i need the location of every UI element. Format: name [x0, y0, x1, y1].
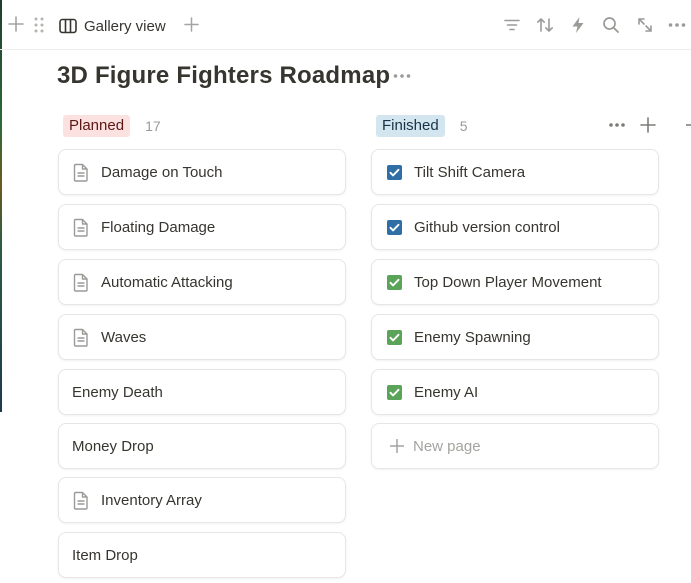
- drag-handle-icon[interactable]: [33, 16, 45, 34]
- page-icon: [73, 218, 88, 237]
- gallery-card[interactable]: Damage on Touch: [58, 149, 346, 195]
- gallery-card[interactable]: Automatic Attacking: [58, 259, 346, 305]
- offscreen-column-hint: [686, 124, 691, 126]
- gallery-card[interactable]: Inventory Array: [58, 477, 346, 523]
- page-icon: [73, 328, 88, 347]
- page-icon: [73, 491, 88, 510]
- checkbox-checked-icon[interactable]: [387, 164, 402, 180]
- expand-icon[interactable]: [635, 15, 655, 35]
- page-icon: [73, 163, 88, 182]
- status-badge: Finished: [376, 115, 445, 137]
- search-icon[interactable]: [601, 15, 621, 35]
- add-view-icon[interactable]: [184, 17, 199, 32]
- card-title: Waves: [101, 328, 147, 346]
- new-page-button[interactable]: New page: [371, 423, 659, 469]
- card-title: Enemy Death: [72, 383, 163, 401]
- sort-icon[interactable]: [535, 15, 555, 35]
- checkbox-checked-icon[interactable]: [387, 384, 402, 400]
- checkbox-checked-icon[interactable]: [387, 329, 402, 345]
- group-header-finished[interactable]: Finished 5: [376, 114, 468, 138]
- card-title: Github version control: [414, 218, 560, 236]
- gallery-card[interactable]: Money Drop: [58, 423, 346, 469]
- group-more-icon[interactable]: [608, 116, 626, 134]
- group-add-icon[interactable]: [640, 116, 656, 134]
- group-actions: [608, 116, 656, 134]
- gallery-card[interactable]: Github version control: [371, 204, 659, 250]
- page-icon: [73, 273, 88, 292]
- plus-icon[interactable]: [8, 16, 24, 32]
- gallery-card[interactable]: Waves: [58, 314, 346, 360]
- new-page-label: New page: [413, 437, 481, 455]
- checkbox-checked-icon[interactable]: [387, 274, 402, 290]
- view-tab-label: Gallery view: [84, 17, 166, 35]
- board-page: Gallery view 3D Figure Fighters Roadmap …: [0, 0, 691, 583]
- page-title[interactable]: 3D Figure Fighters Roadmap: [57, 62, 390, 90]
- automation-bolt-icon[interactable]: [568, 15, 588, 35]
- left-edge-strip: [0, 0, 2, 412]
- more-options-icon[interactable]: [667, 15, 687, 35]
- gallery-card[interactable]: Enemy Death: [58, 369, 346, 415]
- title-more-icon[interactable]: [392, 68, 412, 84]
- card-title: Damage on Touch: [101, 163, 223, 181]
- card-title: Tilt Shift Camera: [414, 163, 526, 181]
- gallery-card[interactable]: Enemy AI: [371, 369, 659, 415]
- tab-gallery-view[interactable]: Gallery view: [59, 15, 166, 37]
- gallery-card[interactable]: Enemy Spawning: [371, 314, 659, 360]
- gallery-card[interactable]: Item Drop: [58, 532, 346, 578]
- card-title: Automatic Attacking: [101, 273, 233, 291]
- checkbox-checked-icon[interactable]: [387, 219, 402, 235]
- card-title: Enemy Spawning: [414, 328, 531, 346]
- card-title: Enemy AI: [414, 383, 479, 401]
- filter-icon[interactable]: [502, 15, 522, 35]
- gallery-card[interactable]: Top Down Player Movement: [371, 259, 659, 305]
- group-header-planned[interactable]: Planned 17: [63, 114, 161, 138]
- status-badge: Planned: [63, 115, 131, 137]
- card-title: Top Down Player Movement: [414, 273, 602, 291]
- group-count: 17: [145, 118, 161, 134]
- view-toolbar: Gallery view: [0, 0, 691, 50]
- gallery-card[interactable]: Tilt Shift Camera: [371, 149, 659, 195]
- card-title: Inventory Array: [101, 491, 202, 509]
- gallery-card[interactable]: Floating Damage: [58, 204, 346, 250]
- gallery-view-icon: [59, 18, 77, 34]
- group-count: 5: [459, 118, 468, 134]
- card-title: Money Drop: [72, 437, 154, 455]
- plus-icon: [390, 439, 404, 453]
- card-title: Item Drop: [72, 546, 138, 564]
- card-title: Floating Damage: [101, 218, 216, 236]
